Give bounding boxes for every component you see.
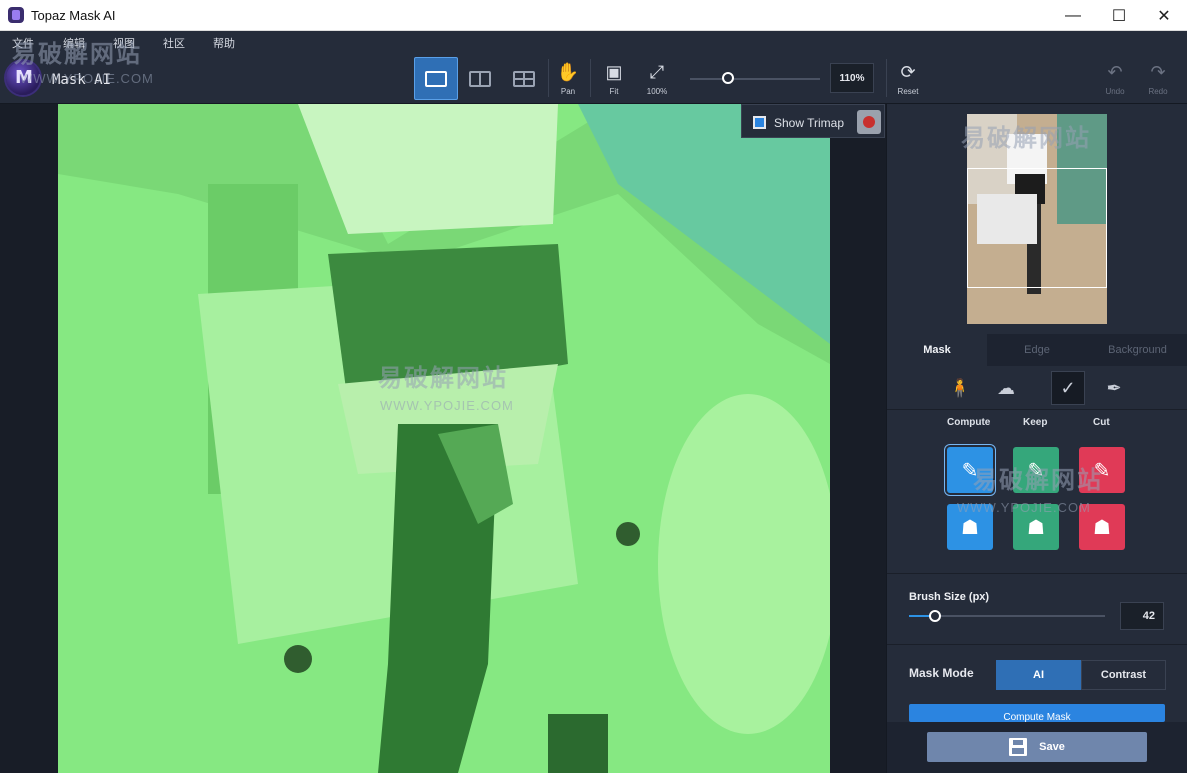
redo-button[interactable]: ↷ Redo [1140, 61, 1176, 96]
show-trimap-label: Show Trimap [774, 116, 845, 130]
watermark-text: 易破解网站 [12, 41, 142, 68]
menu-help[interactable]: 帮助 [213, 35, 235, 51]
tab-edge[interactable]: Edge [987, 334, 1087, 366]
maximize-button[interactable]: ☐ [1096, 0, 1142, 31]
watermark-url: WWW.YPOJIE.COM [957, 500, 1091, 515]
single-view-button[interactable] [414, 57, 458, 100]
watermark-url: WWW.YPOJIE.COM [380, 398, 514, 413]
image-canvas[interactable] [58, 104, 830, 773]
watermark-text: 易破解网站 [973, 467, 1103, 494]
compute-mask-button[interactable]: Compute Mask [909, 704, 1165, 722]
fit-button[interactable]: ▣ Fit [596, 61, 632, 96]
bucket-plus-icon: ☗ [1027, 516, 1045, 539]
pan-tool[interactable]: ✋ Pan [550, 61, 586, 96]
toolbar-divider [590, 59, 591, 97]
close-button[interactable]: ✕ [1141, 0, 1187, 31]
mask-mode-ai[interactable]: AI [996, 660, 1081, 690]
panel-tabs: Mask Edge Background [887, 334, 1187, 366]
viewport-indicator[interactable] [967, 168, 1107, 288]
right-panel: 易破解网站 Mask Edge Background 🧍 ☁ ✓ ✒ Compu… [886, 104, 1187, 773]
reset-button[interactable]: ⟳ Reset [890, 61, 926, 96]
fit-icon: ▣ [605, 62, 623, 82]
mask-mode-label: Mask Mode [909, 666, 974, 680]
section-divider [887, 573, 1187, 574]
toolbar: M Mask AI ✋ Pan ▣ Fit ⤢ 100% ⟳ Reset ↶ U… [0, 53, 1187, 104]
split-view-button[interactable] [458, 57, 502, 100]
cloud-brush-icon[interactable]: ☁ [989, 371, 1023, 405]
eyedropper-icon[interactable]: ✒ [1097, 371, 1131, 405]
panel-footer: Save [887, 722, 1187, 773]
minimize-button[interactable]: — [1050, 0, 1096, 31]
tab-background[interactable]: Background [1087, 334, 1187, 366]
watermark-text: 易破解网站 [961, 125, 1091, 152]
keep-column-label: Keep [1023, 417, 1048, 428]
show-trimap-checkbox[interactable] [753, 116, 766, 129]
brush-size-handle[interactable] [929, 610, 941, 622]
show-trimap-control[interactable]: Show Trimap [741, 104, 885, 138]
save-button[interactable]: Save [927, 732, 1147, 762]
quad-view-icon [513, 70, 535, 87]
bucket-minus-icon: ☗ [1093, 516, 1111, 539]
window-title: Topaz Mask AI [31, 8, 116, 23]
toolbar-divider [886, 59, 887, 97]
brush-icon[interactable]: ✓ [1051, 371, 1085, 405]
zoom-100-button[interactable]: ⤢ 100% [639, 61, 675, 96]
hand-icon: ✋ [556, 62, 580, 82]
expand-icon: ⤢ [649, 62, 665, 82]
reset-icon: ⟳ [900, 62, 916, 82]
undo-button[interactable]: ↶ Undo [1097, 61, 1133, 96]
quad-view-button[interactable] [502, 57, 546, 100]
brush-size-value[interactable]: 42 [1120, 602, 1164, 630]
menu-community[interactable]: 社区 [163, 35, 185, 51]
mask-mode-contrast[interactable]: Contrast [1081, 660, 1166, 690]
menu-bar: 文件 编辑 视图 社区 帮助 [0, 31, 1187, 53]
watermark-text: 易破解网站 [378, 365, 508, 392]
tool-icon-row: 🧍 ☁ ✓ ✒ [887, 366, 1187, 410]
watermark-url: WWW.YPOJIE.COM [20, 71, 154, 86]
single-view-icon [425, 70, 447, 87]
title-bar: Topaz Mask AI — ☐ ✕ [0, 0, 1187, 31]
brush-size-label: Brush Size (px) [909, 591, 990, 603]
floppy-disk-icon [1009, 738, 1028, 756]
apple-icon[interactable] [857, 110, 881, 134]
save-label: Save [1039, 741, 1065, 753]
redo-icon: ↷ [1150, 62, 1166, 82]
cut-column-label: Cut [1093, 417, 1110, 428]
toolbar-divider [548, 59, 549, 97]
undo-icon: ↶ [1107, 62, 1123, 82]
split-view-icon [469, 70, 491, 87]
zoom-slider-handle[interactable] [722, 72, 734, 84]
zoom-value[interactable]: 110% [830, 63, 874, 93]
compute-column-label: Compute [947, 417, 991, 428]
tab-mask[interactable]: Mask [887, 334, 987, 366]
person-ai-icon[interactable]: 🧍 [943, 371, 977, 405]
section-divider [887, 644, 1187, 645]
masked-photo [58, 104, 830, 773]
app-icon [8, 7, 24, 23]
bucket-gear-icon: ☗ [961, 516, 979, 539]
zoom-slider-track[interactable] [690, 78, 820, 80]
